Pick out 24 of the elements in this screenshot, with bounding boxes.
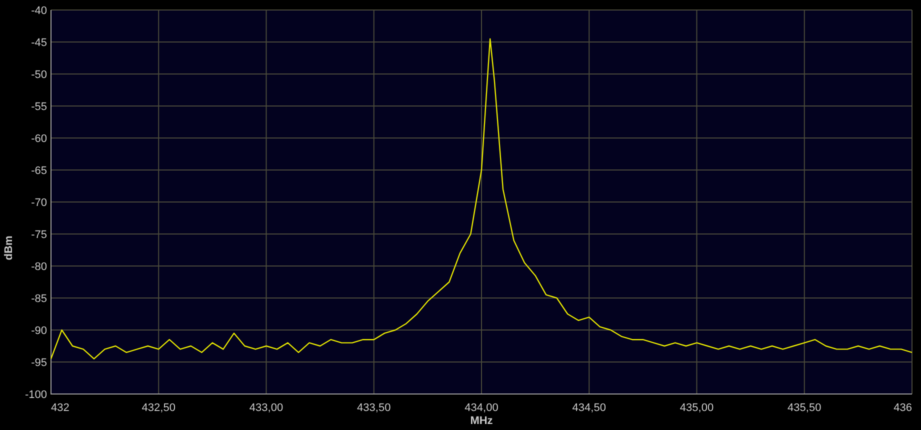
x-axis-title: MHz — [470, 415, 493, 427]
axis-tick-label: -100 — [24, 389, 47, 401]
axis-tick-label: -85 — [31, 293, 47, 305]
axis-tick-label: 434,50 — [572, 402, 606, 414]
axis-tick-label: 435,00 — [680, 402, 714, 414]
axis-tick-label: 435,50 — [788, 402, 822, 414]
axis-tick-label: -45 — [31, 37, 47, 49]
axis-tick-label: -55 — [31, 101, 47, 113]
axis-tick-label: -60 — [31, 133, 47, 145]
axis-tick-label: -50 — [31, 69, 47, 81]
axis-tick-label: 434,00 — [464, 402, 498, 414]
axis-tick-label: -70 — [31, 197, 47, 209]
y-axis-title: dBm — [3, 236, 15, 260]
axis-tick-label: -90 — [31, 325, 47, 337]
axis-tick-label: 432 — [51, 402, 70, 414]
axis-tick-label: -80 — [31, 261, 47, 273]
axis-tick-label: -95 — [31, 357, 47, 369]
axis-tick-label: 433,50 — [357, 402, 391, 414]
axis-tick-label: -75 — [31, 229, 47, 241]
axis-tick-label: 432,50 — [142, 402, 176, 414]
axis-tick-label: 433,00 — [249, 402, 284, 414]
axis-tick-label: -65 — [31, 165, 47, 177]
axis-tick-label: 436 — [894, 402, 912, 414]
axis-tick-label: -40 — [31, 5, 47, 17]
